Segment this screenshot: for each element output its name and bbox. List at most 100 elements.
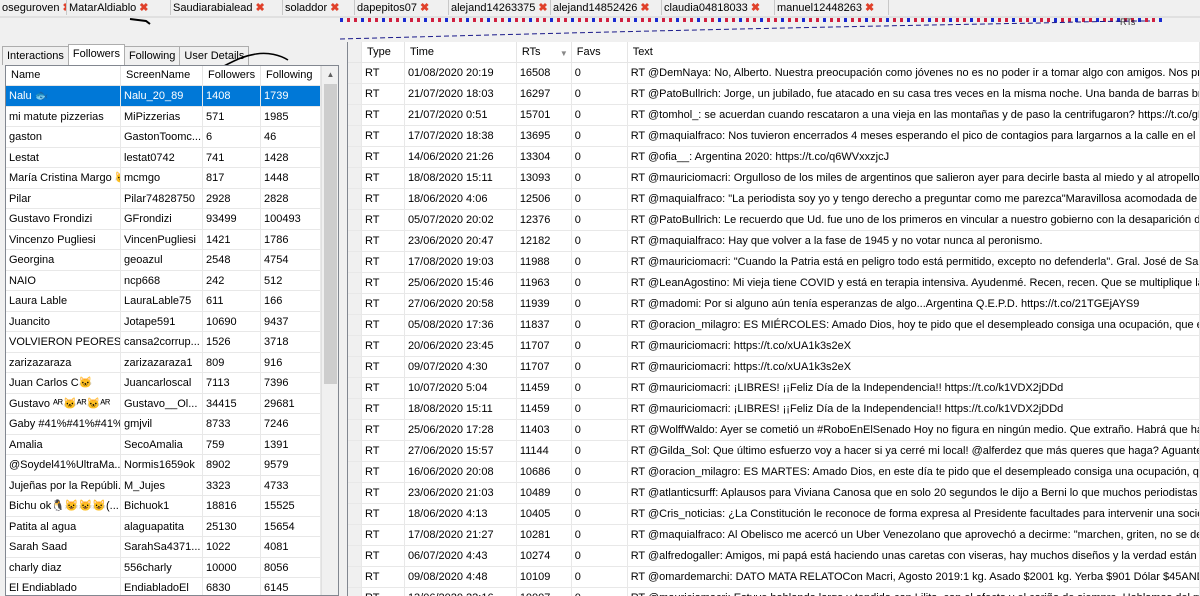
table-row[interactable]: charly diaz 556charly 10000 8056 (6, 557, 338, 578)
account-tab[interactable]: alejand14263375 ✖ (449, 0, 551, 15)
scrollbar-thumb[interactable] (324, 84, 337, 384)
table-row[interactable]: RT 25/06/2020 15:46 11963 0 RT @LeanAgostino… (348, 273, 1200, 294)
table-row[interactable]: Juan Carlos C🐱 Juancarloscal 7113 7396 (6, 373, 338, 394)
account-tab[interactable]: manuel12448263 ✖ (775, 0, 889, 15)
table-row[interactable]: Lestat lestat0742 741 1428 (6, 147, 338, 168)
column-header-followers[interactable]: Followers (203, 66, 261, 85)
table-row[interactable]: Gaby #41%#41%#41% gmjvil 8733 7246 (6, 414, 338, 435)
table-row[interactable]: RT 21/07/2020 0:51 15701 0 RT @tomhol_: se a… (348, 105, 1200, 126)
table-row[interactable]: Laura Lable LauraLable75 611 166 (6, 291, 338, 312)
table-row[interactable]: RT 25/06/2020 17:28 11403 0 RT @WolffWaldo: … (348, 420, 1200, 441)
table-row[interactable]: RT 23/06/2020 21:03 10489 0 RT @atlanticsurf… (348, 483, 1200, 504)
account-tab[interactable]: Saudiarabialead ✖ (171, 0, 283, 15)
table-row[interactable]: RT 05/07/2020 20:02 12376 0 RT @PatoBullrich… (348, 210, 1200, 231)
table-row[interactable]: RT 10/07/2020 5:04 11459 0 RT @mauriciomacri… (348, 378, 1200, 399)
row-header[interactable] (348, 357, 362, 377)
followers-scrollbar[interactable]: ▲ (321, 66, 338, 595)
column-header-following[interactable]: Following (261, 66, 321, 85)
close-icon[interactable]: ✖ (256, 1, 265, 14)
table-row[interactable]: Jujeñas por la Repúbli... M_Jujes 3323 4733 (6, 475, 338, 496)
table-row[interactable]: RT 14/06/2020 21:26 13304 0 RT @ofia__: Arge… (348, 147, 1200, 168)
row-header[interactable] (348, 378, 362, 398)
table-row[interactable]: Georgina geoazul 2548 4754 (6, 250, 338, 271)
tweets-grid[interactable]: Type Time RTs ▼ Favs Text RT 01/08/2020 20:19 1… (347, 42, 1200, 596)
table-row[interactable]: zarizazaraza zarizazaraza1 809 916 (6, 352, 338, 373)
table-row[interactable]: RT 09/07/2020 4:30 11707 0 RT @mauriciomacri… (348, 357, 1200, 378)
followers-grid[interactable]: Name ScreenName Followers Following Nalu 🐟 N… (5, 65, 339, 596)
close-icon[interactable]: ✖ (865, 1, 874, 14)
table-row[interactable]: Vincenzo Pugliesi VincenPugliesi 1421 1786 (6, 229, 338, 250)
table-row[interactable]: Patita al agua alaguapatita 25130 15654 (6, 516, 338, 537)
table-row[interactable]: Nalu 🐟 Nalu_20_89 1408 1739 (6, 86, 338, 107)
row-header[interactable] (348, 399, 362, 419)
row-header[interactable] (348, 567, 362, 587)
scroll-up-icon[interactable]: ▲ (322, 66, 338, 83)
row-header[interactable] (348, 546, 362, 566)
close-icon[interactable]: ✖ (330, 1, 339, 14)
row-header[interactable] (348, 63, 362, 83)
table-row[interactable]: RT 17/08/2020 21:27 10281 0 RT @maquialfraco… (348, 525, 1200, 546)
table-row[interactable]: NAIO ncp668 242 512 (6, 270, 338, 291)
row-header[interactable] (348, 273, 362, 293)
row-header[interactable] (348, 525, 362, 545)
close-icon[interactable]: ✖ (538, 1, 547, 14)
table-row[interactable]: RT 16/06/2020 20:08 10686 0 RT @oracion_mila… (348, 462, 1200, 483)
column-header-screenname[interactable]: ScreenName (121, 66, 203, 85)
column-header-name[interactable]: Name (6, 66, 121, 85)
tab-following[interactable]: Following (123, 46, 181, 65)
column-header-favs[interactable]: Favs (572, 42, 628, 62)
row-header[interactable] (348, 441, 362, 461)
table-row[interactable]: RT 09/08/2020 4:48 10109 0 RT @omardemarchi:… (348, 567, 1200, 588)
table-row[interactable]: @Soydel41%UltraMa... Normis1659ok 8902 9579 (6, 455, 338, 476)
table-row[interactable]: RT 05/08/2020 17:36 11837 0 RT @oracion_mila… (348, 315, 1200, 336)
table-row[interactable]: Gustavo Frondizi GFrondizi 93499 100493 (6, 209, 338, 230)
table-row[interactable]: RT 17/08/2020 19:03 11988 0 RT @mauriciomacr… (348, 252, 1200, 273)
table-row[interactable]: RT 18/08/2020 15:11 13093 0 RT @mauriciomacr… (348, 168, 1200, 189)
row-header[interactable] (348, 231, 362, 251)
table-row[interactable]: VOLVIERON PEORES cansa2corrup... 1526 3718 (6, 332, 338, 353)
column-header-time[interactable]: Time (405, 42, 517, 62)
account-tab[interactable]: soladdor ✖ (283, 0, 355, 15)
row-header[interactable] (348, 483, 362, 503)
table-row[interactable]: RT 27/06/2020 20:58 11939 0 RT @madomi: Por … (348, 294, 1200, 315)
row-header[interactable] (348, 588, 362, 596)
row-header[interactable] (348, 168, 362, 188)
table-row[interactable]: El Endiablado EndiabladoEl 6830 6145 (6, 578, 338, 595)
row-header[interactable] (348, 336, 362, 356)
close-icon[interactable]: ✖ (751, 1, 760, 14)
table-row[interactable]: Gustavo ᴬᴿ🐱ᴬᴿ🐱ᴬᴿ Gustavo__Ol... 34415 29681 (6, 393, 338, 414)
tab-followers[interactable]: Followers (67, 44, 125, 65)
column-header-rts[interactable]: RTs ▼ (517, 42, 572, 62)
table-row[interactable]: RT 06/07/2020 4:43 10274 0 RT @alfredogaller… (348, 546, 1200, 567)
account-tab[interactable]: dapepitos07 ✖ (355, 0, 449, 15)
table-row[interactable]: Juancito Jotape591 10690 9437 (6, 311, 338, 332)
account-tab[interactable]: oseguroven✖ (0, 0, 67, 15)
column-header-text[interactable]: Text (628, 42, 1200, 62)
table-row[interactable]: Bichu ok🐧😺😺😺(... Bichuok1 18816 15525 (6, 496, 338, 517)
table-row[interactable]: RT13/06/2020 22:16100070RT @mauriciomacr… (348, 588, 1200, 596)
table-row[interactable]: RT 18/08/2020 15:11 11459 0 RT @mauriciomacr… (348, 399, 1200, 420)
account-tab[interactable]: alejand14852426 ✖ (551, 0, 662, 15)
row-header[interactable] (348, 315, 362, 335)
tab-interactions[interactable]: Interactions (2, 46, 69, 65)
row-header[interactable] (348, 252, 362, 272)
table-row[interactable]: Sarah Saad SarahSa4371... 1022 4081 (6, 537, 338, 558)
row-header[interactable] (348, 189, 362, 209)
table-row[interactable]: RT 21/07/2020 18:03 16297 0 RT @PatoBullrich… (348, 84, 1200, 105)
close-icon[interactable]: ✖ (420, 1, 429, 14)
table-row[interactable]: RT 17/07/2020 18:38 13695 0 RT @maquialfraco… (348, 126, 1200, 147)
table-row[interactable]: RT 27/06/2020 15:57 11144 0 RT @Gilda_Sol: Q… (348, 441, 1200, 462)
row-header[interactable] (348, 462, 362, 482)
table-row[interactable]: gaston GastonToomc... 6 46 (6, 127, 338, 148)
table-row[interactable]: mi matute pizzerias MiPizzerias 571 1985 (6, 106, 338, 127)
row-header[interactable] (348, 147, 362, 167)
row-header[interactable] (348, 420, 362, 440)
close-icon[interactable]: ✖ (640, 1, 649, 14)
account-tab[interactable]: claudia04818033 ✖ (662, 0, 775, 15)
account-tab[interactable]: MatarAldiablo ✖ (67, 0, 171, 15)
close-icon[interactable]: ✖ (139, 1, 148, 14)
row-header[interactable] (348, 504, 362, 524)
row-header[interactable] (348, 126, 362, 146)
table-row[interactable]: María Cristina Margo 🐱 mcmgo 817 1448 (6, 168, 338, 189)
column-header-type[interactable]: Type (362, 42, 405, 62)
